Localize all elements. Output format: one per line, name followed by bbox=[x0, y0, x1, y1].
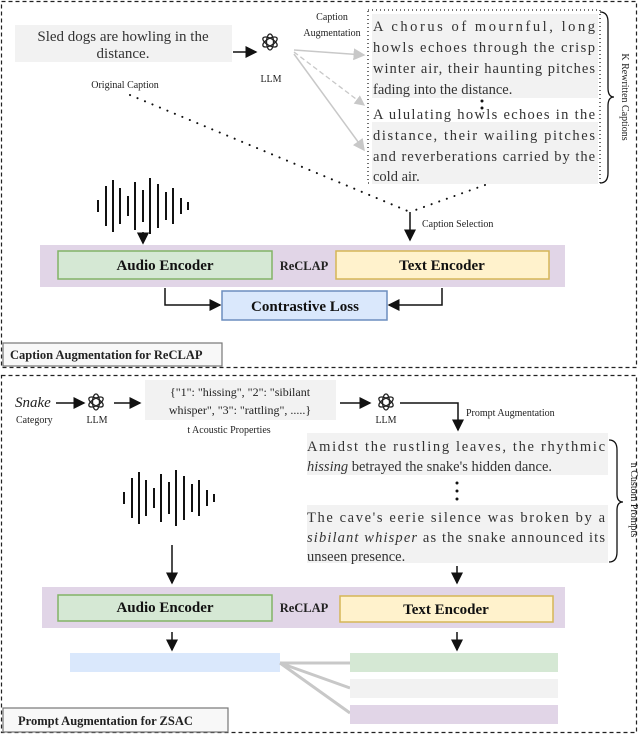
category-label: Category bbox=[16, 415, 53, 426]
acoustic-properties-label: t Acoustic Properties bbox=[187, 425, 270, 436]
brace bbox=[599, 11, 615, 184]
svg-text:cold air.: cold air. bbox=[373, 169, 420, 185]
contrastive-loss-label: Contrastive Loss bbox=[251, 299, 359, 315]
original-caption-label: Original Caption bbox=[91, 80, 159, 91]
llm-label: LLM bbox=[260, 74, 281, 85]
llm-label: LLM bbox=[375, 415, 396, 426]
svg-text:howls echoes through the crisp: howls echoes through the crisp bbox=[373, 40, 595, 56]
prompt-augmentation-label: Prompt Augmentation bbox=[466, 408, 555, 419]
svg-text:distance, their wailing pitche: distance, their wailing pitches bbox=[373, 128, 595, 144]
text-encoder-label: Text Encoder bbox=[399, 258, 485, 274]
text-embedding bbox=[350, 653, 558, 672]
audio-encoder-label: Audio Encoder bbox=[116, 258, 213, 274]
llm-icon bbox=[376, 393, 396, 411]
svg-text:A ululating howls echoes in th: A ululating howls echoes in the bbox=[373, 107, 595, 123]
svg-text:Amidst the rustling leaves, th: Amidst the rustling leaves, the rhythmic bbox=[307, 439, 605, 455]
llm-label: LLM bbox=[86, 415, 107, 426]
waveform-icon bbox=[97, 177, 189, 235]
original-caption-line: Sled dogs are howling in the bbox=[37, 29, 209, 45]
svg-text:unseen presence.: unseen presence. bbox=[307, 549, 405, 565]
svg-text:winter air, their haunting pit: winter air, their haunting pitches bbox=[373, 61, 595, 77]
audio-embedding bbox=[70, 653, 280, 672]
caption-augmentation-panel: Sled dogs are howling in the distance. O… bbox=[0, 0, 638, 369]
caption-selection-label: Caption Selection bbox=[422, 219, 493, 230]
acoustic-properties-line: whisper", "3": "rattling", .....} bbox=[169, 403, 311, 417]
svg-text:A chorus of mournful, long: A chorus of mournful, long bbox=[373, 19, 595, 35]
svg-text:and reverberations carried by: and reverberations carried by the bbox=[373, 149, 595, 165]
similarity-links bbox=[279, 661, 351, 715]
reclap-label: ReCLAP bbox=[280, 601, 329, 615]
svg-text:fading into the distance.: fading into the distance. bbox=[373, 82, 512, 98]
llm-icon bbox=[260, 33, 280, 51]
augmentation-label: Augmentation bbox=[303, 28, 360, 39]
audio-encoder-label: Audio Encoder bbox=[116, 600, 213, 616]
reclap-label: ReCLAP bbox=[280, 259, 329, 273]
brace bbox=[608, 439, 624, 563]
original-caption-line: distance. bbox=[97, 46, 150, 62]
text-embedding bbox=[350, 705, 558, 724]
category-word: Snake bbox=[15, 395, 51, 411]
prompt-augmentation-panel: Snake Category LLM {"1": "hissing", "2":… bbox=[0, 374, 639, 734]
acoustic-properties-line: {"1": "hissing", "2": "sibilant bbox=[170, 385, 311, 399]
text-embedding bbox=[350, 679, 558, 698]
waveform-icon bbox=[123, 469, 215, 527]
reclap-diagram: Sled dogs are howling in the distance. O… bbox=[0, 0, 639, 734]
panel-label: Caption Augmentation for ReCLAP bbox=[10, 348, 203, 362]
svg-text:hissing betrayed the snake's h: hissing betrayed the snake's hidden danc… bbox=[307, 459, 552, 475]
text-encoder-label: Text Encoder bbox=[403, 602, 489, 618]
n-custom-prompts-label: n Custom Prompts bbox=[628, 463, 639, 538]
k-rewritten-captions-label: K Rewritten Captions bbox=[619, 53, 630, 140]
svg-text:sibilant whisper as the snake: sibilant whisper as the snake announced … bbox=[307, 530, 605, 546]
augmentation-label: Caption bbox=[316, 12, 348, 23]
llm-icon bbox=[86, 393, 106, 411]
panel-label: Prompt Augmentation for ZSAC bbox=[18, 714, 193, 728]
